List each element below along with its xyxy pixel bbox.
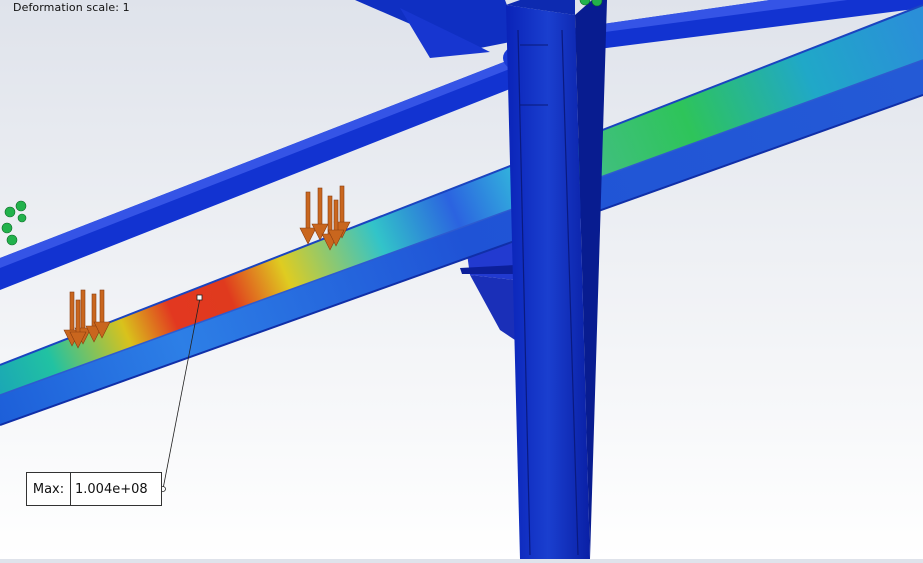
fixture-icon[interactable] xyxy=(1,200,27,246)
top-beam xyxy=(355,0,520,58)
probe-value: 1.004e+08 xyxy=(75,481,148,497)
max-marker[interactable] xyxy=(196,294,203,301)
probe-key-label: Max: xyxy=(27,473,71,505)
deformation-scale-label: Deformation scale: 1 xyxy=(13,1,130,14)
main-beam-top-flange xyxy=(0,5,923,395)
column xyxy=(506,0,607,559)
simulation-viewport[interactable]: Deformation scale: 1 Max: 1.004e+08 xyxy=(0,0,923,559)
flange-edge xyxy=(0,94,923,426)
flange-edge xyxy=(0,4,923,366)
max-stress-probe[interactable]: Max: 1.004e+08 xyxy=(26,472,162,506)
